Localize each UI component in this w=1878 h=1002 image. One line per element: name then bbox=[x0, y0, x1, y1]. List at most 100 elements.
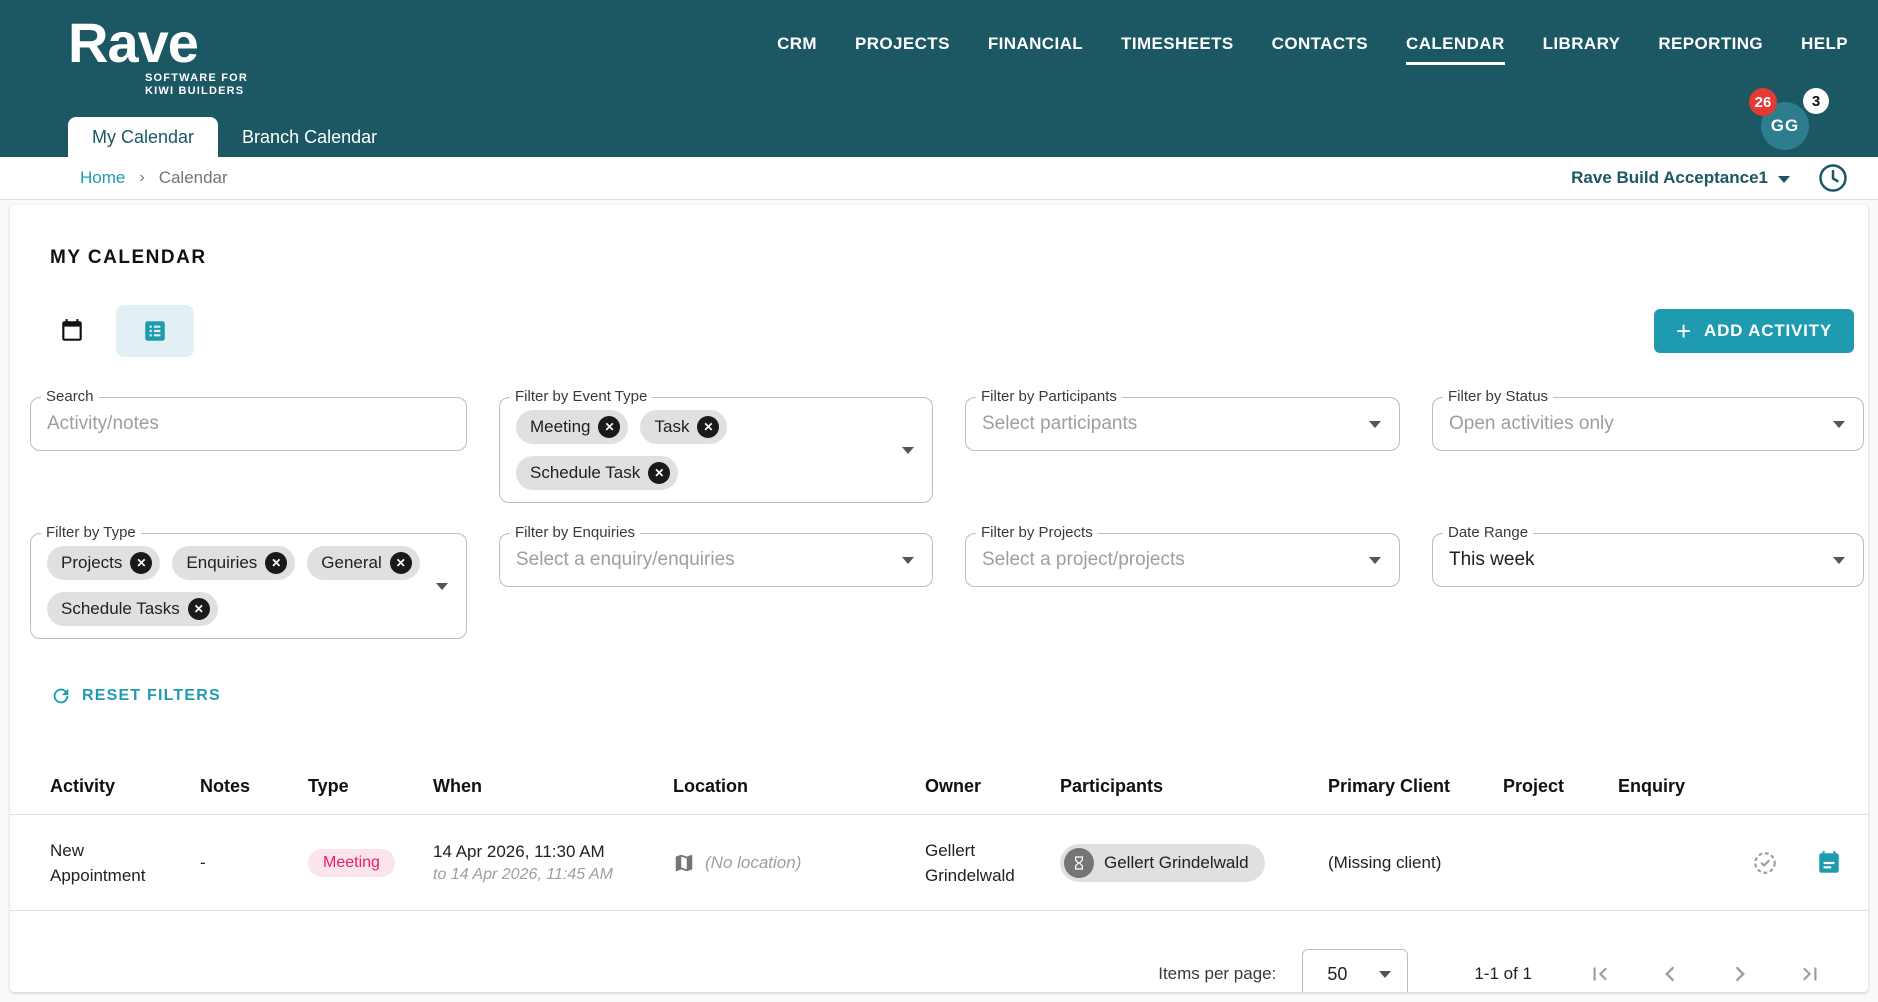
nav-item-crm[interactable]: CRM bbox=[777, 34, 817, 65]
first-page-button[interactable] bbox=[1578, 952, 1622, 992]
dropdown-arrow-icon[interactable] bbox=[902, 557, 914, 564]
chevron-down-icon bbox=[1778, 176, 1790, 183]
remove-chip-icon[interactable]: ✕ bbox=[130, 552, 152, 574]
date-range-value: This week bbox=[1449, 549, 1535, 571]
map-icon bbox=[673, 852, 695, 874]
participant-chip[interactable]: Gellert Grindelwald bbox=[1060, 844, 1265, 882]
last-page-button[interactable] bbox=[1788, 952, 1832, 992]
next-page-button[interactable] bbox=[1718, 952, 1762, 992]
add-activity-label: ADD ACTIVITY bbox=[1704, 321, 1832, 341]
search-field[interactable]: Search bbox=[30, 397, 467, 451]
nav-item-financial[interactable]: FINANCIAL bbox=[988, 34, 1083, 65]
nav-item-calendar[interactable]: CALENDAR bbox=[1406, 34, 1505, 65]
col-activity: Activity bbox=[50, 776, 200, 797]
calendar-card: MY CALENDAR + ADD ACTIVITY bbox=[10, 205, 1868, 992]
messages-badge[interactable]: 3 bbox=[1803, 88, 1829, 114]
dropdown-arrow-icon[interactable] bbox=[1369, 421, 1381, 428]
status-filter[interactable]: Filter by Status Open activities only bbox=[1432, 397, 1864, 451]
nav-item-library[interactable]: LIBRARY bbox=[1543, 34, 1621, 65]
remove-chip-icon[interactable]: ✕ bbox=[697, 416, 719, 438]
remove-chip-icon[interactable]: ✕ bbox=[598, 416, 620, 438]
owner-cell: Gellert Grindelwald bbox=[925, 838, 1060, 888]
clock-icon[interactable] bbox=[1818, 163, 1848, 193]
toolbar: + ADD ACTIVITY bbox=[50, 305, 1854, 357]
account-name: Rave Build Acceptance1 bbox=[1571, 168, 1768, 188]
top-navigation: CRM PROJECTS FINANCIAL TIMESHEETS CONTAC… bbox=[777, 34, 1848, 65]
col-location: Location bbox=[673, 776, 925, 797]
when-end: to 14 Apr 2026, 11:45 AM bbox=[433, 866, 673, 884]
status-label: Filter by Status bbox=[1443, 388, 1553, 405]
breadcrumb-right: Rave Build Acceptance1 bbox=[1571, 163, 1848, 193]
account-selector[interactable]: Rave Build Acceptance1 bbox=[1571, 168, 1790, 188]
remove-chip-icon[interactable]: ✕ bbox=[648, 462, 670, 484]
activity-cell[interactable]: New Appointment bbox=[50, 838, 200, 888]
logo-title: Rave bbox=[68, 14, 248, 72]
chip-schedule-task[interactable]: Schedule Task ✕ bbox=[516, 456, 678, 490]
plus-icon: + bbox=[1676, 320, 1692, 342]
dropdown-arrow-icon[interactable] bbox=[436, 583, 448, 590]
enquiries-filter[interactable]: Filter by Enquiries Select a enquiry/enq… bbox=[499, 533, 933, 587]
user-menu[interactable]: GG 26 3 bbox=[1753, 88, 1823, 152]
participants-filter[interactable]: Filter by Participants Select participan… bbox=[965, 397, 1400, 451]
col-notes: Notes bbox=[200, 776, 308, 797]
event-type-filter[interactable]: Filter by Event Type Meeting✕ Task✕ Sche… bbox=[499, 397, 933, 503]
rave-logo[interactable]: Rave SOFTWARE FOR KIWI BUILDERS bbox=[68, 14, 248, 98]
location-text: (No location) bbox=[705, 853, 801, 873]
remove-chip-icon[interactable]: ✕ bbox=[188, 598, 210, 620]
items-per-page-select[interactable]: 50 bbox=[1302, 949, 1408, 992]
dropdown-arrow-icon[interactable] bbox=[1369, 557, 1381, 564]
date-range-filter[interactable]: Date Range This week bbox=[1432, 533, 1864, 587]
list-view-button[interactable] bbox=[116, 305, 194, 357]
chip-task[interactable]: Task ✕ bbox=[640, 410, 727, 444]
calendar-event-icon[interactable] bbox=[1816, 850, 1842, 876]
pagination: Items per page: 50 1-1 of 1 bbox=[10, 949, 1832, 992]
participants-cell: Gellert Grindelwald bbox=[1060, 844, 1328, 882]
notifications-badge[interactable]: 26 bbox=[1749, 88, 1777, 116]
remove-chip-icon[interactable]: ✕ bbox=[390, 552, 412, 574]
activities-table: Activity Notes Type When Location Owner … bbox=[10, 759, 1868, 911]
dropdown-arrow-icon[interactable] bbox=[1833, 557, 1845, 564]
participants-label: Filter by Participants bbox=[976, 388, 1122, 405]
previous-page-button[interactable] bbox=[1648, 952, 1692, 992]
search-input[interactable] bbox=[47, 413, 422, 435]
dropdown-arrow-icon[interactable] bbox=[902, 447, 914, 454]
projects-filter[interactable]: Filter by Projects Select a project/proj… bbox=[965, 533, 1400, 587]
calendar-view-button[interactable] bbox=[50, 305, 94, 357]
search-label: Search bbox=[41, 388, 99, 405]
reset-filters-button[interactable]: RESET FILTERS bbox=[50, 685, 1868, 707]
nav-item-timesheets[interactable]: TIMESHEETS bbox=[1121, 34, 1234, 65]
col-when: When bbox=[433, 776, 673, 797]
pagination-range: 1-1 of 1 bbox=[1474, 964, 1532, 984]
table-row[interactable]: New Appointment - Meeting 14 Apr 2026, 1… bbox=[10, 815, 1868, 911]
breadcrumb-separator: › bbox=[139, 169, 144, 187]
notes-cell: - bbox=[200, 853, 308, 873]
projects-placeholder: Select a project/projects bbox=[982, 549, 1185, 571]
remove-chip-icon[interactable]: ✕ bbox=[265, 552, 287, 574]
chip-label: Enquiries bbox=[186, 553, 257, 573]
type-filter[interactable]: Filter by Type Projects✕ Enquiries✕ Gene… bbox=[30, 533, 467, 639]
nav-item-help[interactable]: HELP bbox=[1801, 34, 1848, 65]
calendar-tabs: My Calendar Branch Calendar bbox=[68, 117, 401, 157]
logo-subtitle-1: SOFTWARE FOR bbox=[145, 72, 248, 85]
type-chips: Projects✕ Enquiries ✕ General ✕ Schedule T… bbox=[47, 542, 422, 630]
snooze-activity-icon[interactable] bbox=[1752, 850, 1778, 876]
tab-my-calendar[interactable]: My Calendar bbox=[68, 117, 218, 157]
nav-item-contacts[interactable]: CONTACTS bbox=[1272, 34, 1368, 65]
chip-label: Schedule Task bbox=[530, 463, 640, 483]
nav-item-reporting[interactable]: REPORTING bbox=[1658, 34, 1763, 65]
dropdown-arrow-icon[interactable] bbox=[1833, 421, 1845, 428]
chip-label: General bbox=[321, 553, 381, 573]
chip-schedule-tasks[interactable]: Schedule Tasks✕ bbox=[47, 592, 218, 626]
tab-branch-calendar[interactable]: Branch Calendar bbox=[218, 117, 401, 157]
nav-item-projects[interactable]: PROJECTS bbox=[855, 34, 950, 65]
chip-meeting[interactable]: Meeting✕ bbox=[516, 410, 628, 444]
chip-general[interactable]: General ✕ bbox=[307, 546, 419, 580]
breadcrumb-home-link[interactable]: Home bbox=[80, 168, 125, 188]
page-title: MY CALENDAR bbox=[50, 247, 1868, 269]
chip-label: Task bbox=[654, 417, 689, 437]
add-activity-button[interactable]: + ADD ACTIVITY bbox=[1654, 309, 1854, 353]
col-participants: Participants bbox=[1060, 776, 1328, 797]
chip-projects[interactable]: Projects✕ bbox=[47, 546, 160, 580]
refresh-icon bbox=[50, 685, 72, 707]
chip-enquiries[interactable]: Enquiries ✕ bbox=[172, 546, 295, 580]
